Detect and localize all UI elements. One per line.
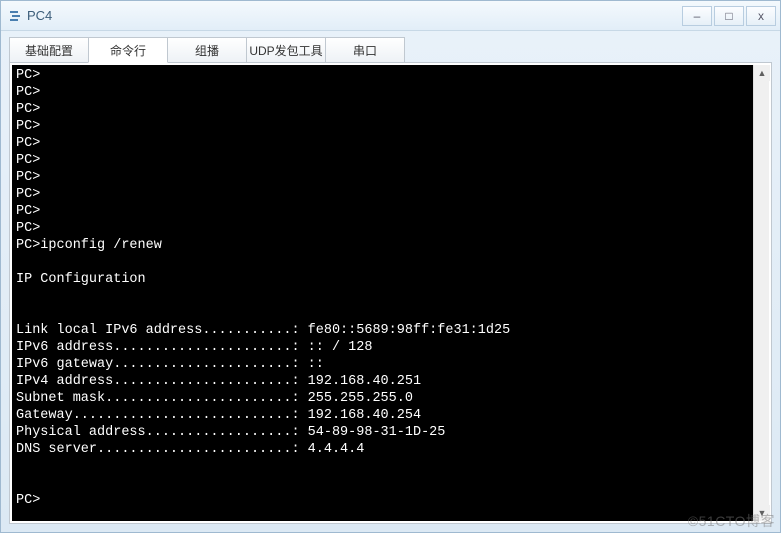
maximize-button[interactable]: □ — [714, 6, 744, 26]
minimize-button[interactable]: – — [682, 6, 712, 26]
terminal-frame: PC> PC> PC> PC> PC> PC> PC> PC> PC> PC> … — [9, 62, 772, 524]
content-area: 基础配置 命令行 组播 UDP发包工具 串口 PC> PC> PC> PC> P… — [1, 31, 780, 532]
window-title: PC4 — [27, 8, 680, 23]
app-icon — [7, 8, 23, 24]
vertical-scrollbar[interactable]: ▲ ▼ — [753, 65, 769, 521]
terminal-output[interactable]: PC> PC> PC> PC> PC> PC> PC> PC> PC> PC> … — [12, 65, 753, 521]
titlebar: PC4 – □ x — [1, 1, 780, 31]
app-window: PC4 – □ x 基础配置 命令行 组播 UDP发包工具 串口 PC> PC>… — [0, 0, 781, 533]
tab-basic-config[interactable]: 基础配置 — [9, 37, 89, 63]
tab-multicast[interactable]: 组播 — [167, 37, 247, 63]
scroll-up-arrow-icon[interactable]: ▲ — [754, 65, 770, 81]
scroll-down-arrow-icon[interactable]: ▼ — [754, 505, 770, 521]
tab-udp-tool[interactable]: UDP发包工具 — [246, 37, 326, 63]
tab-serial[interactable]: 串口 — [325, 37, 405, 63]
tab-bar: 基础配置 命令行 组播 UDP发包工具 串口 — [9, 37, 772, 63]
tab-cli[interactable]: 命令行 — [88, 37, 168, 63]
close-button[interactable]: x — [746, 6, 776, 26]
